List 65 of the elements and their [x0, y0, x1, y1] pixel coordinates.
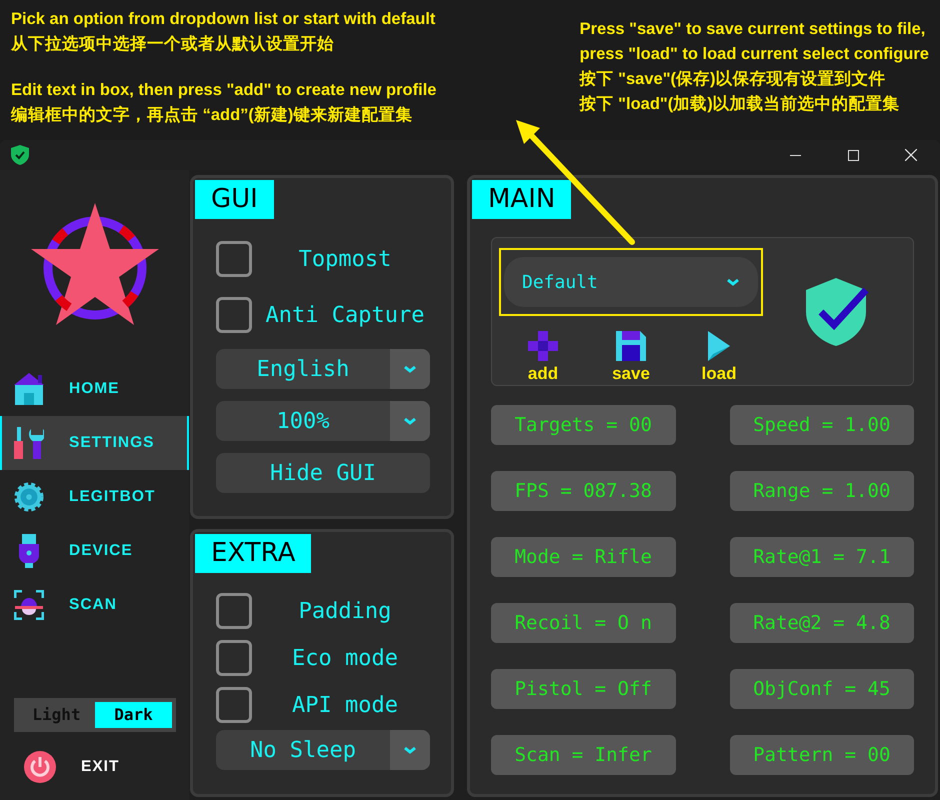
stat-readout: Rate@2 = 4.8: [730, 603, 914, 643]
stat-readout: Scan = Infer: [491, 735, 676, 775]
checkbox[interactable]: [216, 593, 252, 629]
action-button[interactable]: add: [499, 330, 587, 384]
annotation-text: 按下 "load"(加载)以加载当前选中的配置集: [580, 94, 901, 115]
checkbox[interactable]: [216, 640, 252, 676]
stat-readout: ObjConf = 45: [730, 669, 914, 709]
usb-stick-icon: [18, 534, 40, 568]
annotation-text: 按下 "save"(保存)以保存现有设置到文件: [580, 68, 887, 90]
shield-check-icon: [806, 278, 870, 346]
nav-item[interactable]: SCAN: [0, 578, 189, 632]
checkbox-label: API mode: [291, 692, 399, 720]
close-icon: [905, 149, 917, 161]
annotation-text: Edit text in box, then press "add" to create new profile: [11, 80, 436, 101]
plus-icon: [528, 331, 558, 361]
scan-icon: [14, 590, 44, 620]
stat-readout: Pattern = 00: [730, 735, 914, 775]
panel-title: MAIN: [472, 180, 572, 219]
stat-readout: Range = 1.00: [730, 471, 914, 511]
annotation-text: 编辑框中的文字，再点击 “add”(新建)键来新建配置集: [11, 104, 414, 126]
annotation-text: Press "save" to save current settings to file,: [580, 19, 926, 40]
tools-icon: [14, 427, 44, 459]
dropdown[interactable]: 100%: [216, 401, 430, 441]
action-button[interactable]: load: [675, 330, 763, 384]
profile-dropdown[interactable]: Default: [504, 257, 758, 307]
play-icon: [708, 331, 730, 361]
minimize-icon: [790, 154, 800, 156]
stat-readout: Recoil = O n: [491, 603, 676, 643]
annotation-text: press "load" to load current select configure: [580, 44, 929, 65]
panel-title: GUI: [195, 180, 274, 219]
exit-button[interactable]: EXIT: [81, 755, 120, 779]
nav-item[interactable]: DEVICE: [0, 524, 189, 578]
checkbox-label: Anti Capture: [264, 302, 426, 330]
panel-title: EXTRA: [195, 534, 312, 573]
stat-readout: Rate@1 = 7.1: [730, 537, 914, 577]
chevron-down-icon: [403, 364, 417, 374]
annotation-text: Pick an option from dropdown list or start with default: [11, 9, 436, 30]
nav-item[interactable]: SETTINGS: [0, 416, 189, 470]
checkbox-label: Topmost: [298, 246, 392, 274]
maximize-icon: [848, 150, 858, 160]
checkbox[interactable]: [216, 687, 252, 723]
stat-readout: Mode = Rifle: [491, 537, 676, 577]
nav-item[interactable]: HOME: [0, 362, 189, 416]
nav-item[interactable]: LEGITBOT: [0, 470, 189, 524]
checkbox[interactable]: [216, 297, 252, 333]
stat-readout: Pistol = Off: [491, 669, 676, 709]
gear-icon: [14, 481, 44, 513]
stat-readout: Targets = 00: [491, 405, 676, 445]
house-icon: [14, 372, 44, 406]
stat-readout: Speed = 1.00: [730, 405, 914, 445]
checkbox-label: Eco mode: [291, 644, 399, 672]
action-button[interactable]: save: [587, 330, 675, 384]
shield-check-icon: [11, 145, 29, 165]
chevron-down-icon: [403, 416, 417, 426]
dropdown[interactable]: English: [216, 349, 430, 389]
hide-gui-button[interactable]: Hide GUI: [216, 453, 430, 493]
chevron-down-icon: [403, 746, 417, 754]
power-icon: [24, 751, 56, 783]
stat-readout: FPS = 087.38: [491, 471, 676, 511]
checkbox-label: Padding: [298, 598, 392, 626]
chevron-down-icon: [726, 278, 740, 286]
dropdown[interactable]: No Sleep: [216, 730, 430, 770]
theme-option[interactable]: Dark: [95, 702, 172, 728]
annotation-text: 从下拉选项中选择一个或者从默认设置开始: [11, 34, 335, 55]
checkbox[interactable]: [216, 241, 252, 277]
